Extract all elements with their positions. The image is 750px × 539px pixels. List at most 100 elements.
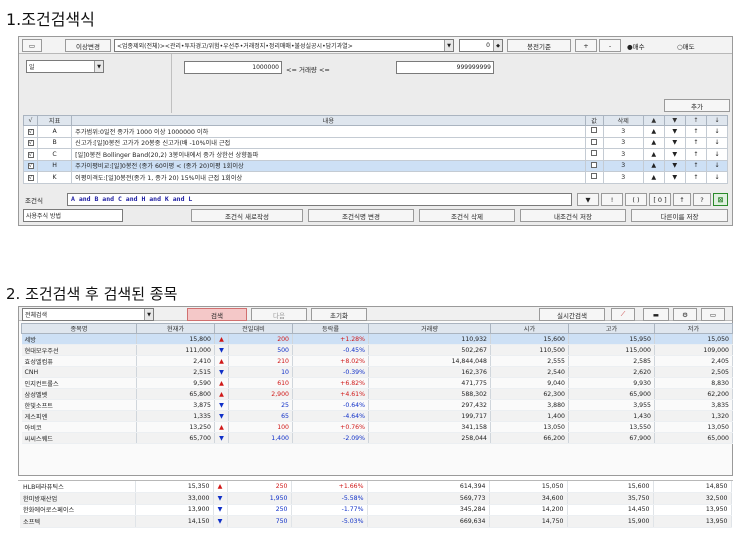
chart-button[interactable]: ⟋ <box>611 308 635 321</box>
window-icon-button[interactable]: ▭ <box>22 39 42 52</box>
buy-radio[interactable]: ●매수 <box>627 41 645 51</box>
help-button[interactable]: ? <box>693 193 711 206</box>
row-delete[interactable]: 3 <box>602 159 644 172</box>
save-condition-button[interactable]: 내조건식 저장 <box>520 209 626 222</box>
row-move-button[interactable]: ▼ <box>663 159 686 172</box>
stock-price: 13,250 <box>136 421 215 433</box>
table-row[interactable]: 한미방재산업 33,000 ▼ 1,950 -5.58% 569,773 34,600 35,… <box>20 492 732 505</box>
table-row[interactable]: CNH 2,515 ▼ 10 -0.39% 162,376 2,540 2,620 2,505 <box>21 366 733 378</box>
stock-price: 15,350 <box>135 481 214 493</box>
row-move-button[interactable]: ↓ <box>705 125 729 138</box>
row-value-checkbox[interactable] <box>591 161 598 168</box>
exclusion-filter-select[interactable]: <업종제외(전체)><관리•투자경고/위험•우선주•거래정지•정리매매•불성실공… <box>114 39 454 52</box>
row-value-checkbox[interactable] <box>591 150 598 157</box>
save-as-button[interactable]: 다른이름 저장 <box>631 209 728 222</box>
table-row[interactable]: 씨씨스퀘드 65,700 ▼ 1,400 -2.09% 258,044 66,200 67,9… <box>21 432 733 444</box>
new-condition-button[interactable]: 조건식 새로작성 <box>191 209 303 222</box>
row-move-button[interactable]: ▲ <box>642 159 665 172</box>
stock-open: 2,540 <box>490 366 569 378</box>
min-volume-input[interactable]: 1000000 <box>184 61 282 74</box>
reset-button[interactable]: 초기화 <box>311 308 367 321</box>
scope-select[interactable]: 전체검색 ▼ <box>22 308 154 321</box>
row-move-button[interactable]: ↓ <box>705 171 729 184</box>
table-row[interactable]: 소프텍 14,150 ▼ 750 -5.03% 669,634 14,750 15,900 13… <box>20 515 732 528</box>
row-move-button[interactable]: ↑ <box>684 148 707 161</box>
stock-change: 750 <box>227 515 292 528</box>
table-row[interactable]: 삼성벨벳 65,800 ▲ 2,900 +4.61% 588,302 62,300 65,90… <box>21 388 733 400</box>
plus-button[interactable]: + <box>575 39 597 52</box>
method-label: 사용주식 방법 <box>23 209 123 222</box>
add-button[interactable]: 추가 <box>664 99 730 112</box>
stock-rate: -0.64% <box>292 399 369 411</box>
table-row[interactable]: 효성엘컴퓨 2,410 ▲ 210 +8.02% 14,844,048 2,555 2,585… <box>21 355 733 367</box>
sell-radio[interactable]: ○매도 <box>677 41 695 51</box>
table-row[interactable]: 인지컨트롤스 9,590 ▲ 610 +6.82% 471,775 9,040 9,930 8,… <box>21 377 733 389</box>
count-stepper[interactable]: 0 ◆ <box>459 39 503 52</box>
col-high: 고가 <box>568 323 655 334</box>
row-delete[interactable]: 3 <box>602 148 644 161</box>
delete-condition-button[interactable]: 조건식 삭제 <box>419 209 515 222</box>
search-button[interactable]: 검색 <box>187 308 247 321</box>
row-checkbox[interactable]: √ <box>27 163 34 170</box>
move-up-button[interactable]: ↑ <box>673 193 691 206</box>
stock-low: 109,000 <box>654 344 733 356</box>
condition-row[interactable]: √ A 주가범위:0일전 종가가 1000 이상 1000000 이하 3 ▲ ▼ ↑ ↓ <box>22 125 729 138</box>
table-row[interactable]: 세방 15,800 ▲ 200 +1.28% 110,932 15,600 15,950 15,… <box>21 333 733 345</box>
paren-button[interactable]: ( ) <box>625 193 647 206</box>
bracket-button[interactable]: [ 0 ] <box>649 193 671 206</box>
table-row[interactable]: 현대모우주선 111,000 ▼ 500 -0.45% 502,267 110,500 115… <box>21 344 733 356</box>
row-move-button[interactable]: ▼ <box>663 125 686 138</box>
row-value-checkbox[interactable] <box>591 138 598 145</box>
row-delete[interactable]: 3 <box>602 171 644 184</box>
row-checkbox[interactable]: √ <box>27 174 34 181</box>
period-select[interactable]: 일 ▼ <box>26 60 104 73</box>
logic-expression-input[interactable]: A and B and C and H and K and L <box>67 193 572 206</box>
table-row[interactable]: 게스피엔 1,335 ▼ 65 -4.64% 199,717 1,400 1,430 1,320 <box>21 410 733 422</box>
minimize-button[interactable]: ▬ <box>643 308 669 321</box>
row-move-button[interactable]: ↑ <box>684 125 707 138</box>
max-volume-input[interactable]: 999999999 <box>396 61 494 74</box>
minus-button[interactable]: - <box>599 39 621 52</box>
row-move-button[interactable]: ▲ <box>642 148 665 161</box>
expand-button[interactable]: ▭ <box>701 308 725 321</box>
table-row[interactable]: 아비코 13,250 ▲ 100 +0.76% 341,158 13,050 13,550 13… <box>21 421 733 433</box>
condition-row[interactable]: √ H 주가이평비교:[일]0봉전 (종가 60이평 < (종가 20)이평 1회이… <box>22 159 729 172</box>
condition-row[interactable]: √ C [일]0봉전 Bollinger Band(20,2) 3봉이내에서 중가 … <box>22 148 729 161</box>
not-button[interactable]: ! <box>601 193 623 206</box>
rename-condition-button[interactable]: 조건식명 변경 <box>308 209 414 222</box>
next-button[interactable]: 다음 <box>251 308 307 321</box>
condition-row[interactable]: √ B 신고가:[일]0봉전 고가가 20봉중 신고가(배 -10%이내 근접 3 ▲ ▼… <box>22 136 729 149</box>
row-delete[interactable]: 3 <box>602 125 644 138</box>
row-move-button[interactable]: ↓ <box>705 136 729 149</box>
table-row[interactable]: 한빛소프트 3,875 ▼ 25 -0.64% 297,432 3,880 3,955 3,83… <box>21 399 733 411</box>
row-move-button[interactable]: ↑ <box>684 171 707 184</box>
row-move-button[interactable]: ▼ <box>663 171 686 184</box>
reference-button[interactable]: 봉전기준 <box>507 39 571 52</box>
row-move-button[interactable]: ↑ <box>684 159 707 172</box>
stock-name: 씨씨스퀘드 <box>21 432 137 444</box>
row-move-button[interactable]: ▼ <box>663 136 686 149</box>
row-move-button[interactable]: ▼ <box>663 148 686 161</box>
row-value-checkbox[interactable] <box>591 173 598 180</box>
row-checkbox[interactable]: √ <box>27 140 34 147</box>
row-move-button[interactable]: ↓ <box>705 159 729 172</box>
realtime-search-button[interactable]: 실시간검색 <box>539 308 605 321</box>
settings-button[interactable]: ⚙ <box>673 308 697 321</box>
col-move-top: ▲ <box>642 115 665 126</box>
table-row[interactable]: HLB테라퓨틱스 15,350 ▲ 250 +1.66% 614,394 15,050 15,… <box>20 481 732 493</box>
edit-button[interactable]: 이상변경 <box>65 39 111 52</box>
row-delete[interactable]: 3 <box>602 136 644 149</box>
excel-export-button[interactable]: ⊠ <box>713 193 728 206</box>
row-move-button[interactable]: ▲ <box>642 136 665 149</box>
row-checkbox[interactable]: √ <box>27 151 34 158</box>
row-move-button[interactable]: ↓ <box>705 148 729 161</box>
row-move-button[interactable]: ↑ <box>684 136 707 149</box>
row-move-button[interactable]: ▲ <box>642 171 665 184</box>
logic-dropdown-button[interactable]: ▼ <box>577 193 599 206</box>
row-move-button[interactable]: ▲ <box>642 125 665 138</box>
table-row[interactable]: 한화에어로스페이스 13,900 ▼ 250 -1.77% 345,284 14,200 14… <box>20 504 732 516</box>
row-value-checkbox[interactable] <box>591 127 598 134</box>
stock-low: 2,405 <box>654 355 733 367</box>
row-checkbox[interactable]: √ <box>27 128 34 135</box>
condition-row[interactable]: √ K 이평이격도:[일]0봉전(종가 1, 종가 20) 15%이내 근접 1회이… <box>22 171 729 184</box>
